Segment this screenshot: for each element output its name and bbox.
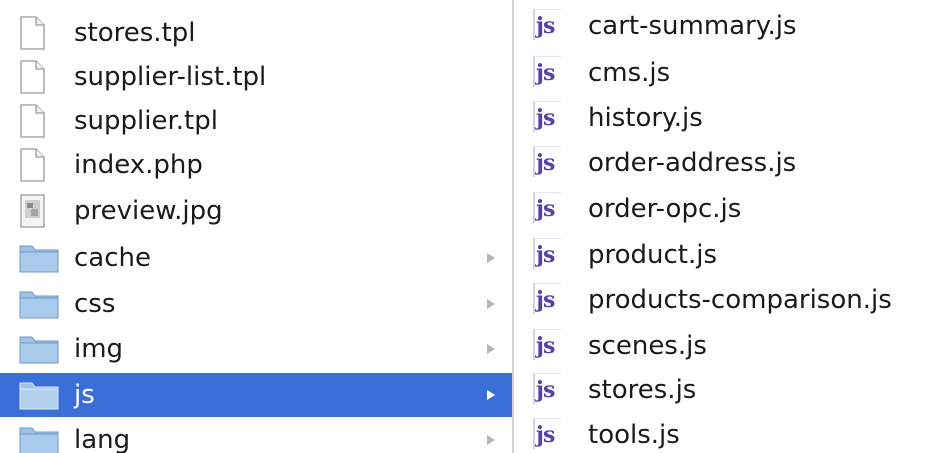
item-label: cms.js [588, 58, 671, 88]
folder-icon [18, 418, 70, 453]
finder-column-parent: stores.tpl supplier-list.tpl supplier.tp… [0, 0, 512, 453]
item-label: css [74, 289, 116, 319]
item-label: img [74, 334, 124, 364]
folder-icon [18, 373, 70, 417]
item-label: cache [74, 243, 151, 273]
js-file-icon: js [532, 56, 562, 87]
item-label: stores.tpl [74, 18, 196, 48]
list-item-history-js[interactable]: js history.js [514, 96, 940, 140]
list-item-supplier-list-tpl[interactable]: supplier-list.tpl [0, 55, 512, 99]
item-label: order-address.js [588, 148, 797, 178]
list-item-products-comparison-js[interactable]: js products-comparison.js [514, 278, 940, 322]
list-item-product-js[interactable]: js product.js [514, 233, 940, 277]
js-file-icon: js [532, 283, 562, 314]
item-label: lang [74, 425, 131, 453]
disclosure-arrow-icon [486, 282, 496, 326]
js-file-icon: js [532, 192, 562, 223]
list-item-cache[interactable]: cache [0, 236, 512, 280]
item-label: products-comparison.js [588, 285, 892, 315]
item-label: scenes.js [588, 331, 707, 361]
js-file-icon: js [532, 146, 562, 177]
list-item-lang[interactable]: lang [0, 418, 512, 453]
document-icon [18, 55, 70, 99]
item-label: product.js [588, 240, 718, 270]
item-label: order-opc.js [588, 194, 742, 224]
list-item-js[interactable]: js [0, 373, 512, 417]
item-label: stores.js [588, 375, 697, 405]
finder-column-js: js cart-summary.js js cms.js js history.… [514, 0, 940, 453]
list-item-scenes-js[interactable]: js scenes.js [514, 324, 940, 368]
folder-icon [18, 327, 70, 371]
list-item-cms-js[interactable]: js cms.js [514, 51, 940, 95]
list-item-img[interactable]: img [0, 327, 512, 371]
js-file-icon: js [532, 9, 562, 40]
list-item-order-address-js[interactable]: js order-address.js [514, 141, 940, 185]
list-item-supplier-tpl[interactable]: supplier.tpl [0, 99, 512, 143]
item-label: tools.js [588, 420, 680, 450]
disclosure-arrow-icon [486, 327, 496, 371]
list-item-order-opc-js[interactable]: js order-opc.js [514, 187, 940, 231]
document-icon [18, 11, 70, 55]
list-item-index-php[interactable]: index.php [0, 143, 512, 187]
item-label: index.php [74, 150, 203, 180]
disclosure-arrow-icon [486, 418, 496, 453]
list-item-preview-jpg[interactable]: preview.jpg [0, 189, 512, 233]
js-file-icon: js [532, 329, 562, 360]
image-file-icon [18, 189, 70, 233]
item-label: supplier-list.tpl [74, 62, 267, 92]
item-label: js [74, 380, 95, 410]
js-file-icon: js [532, 238, 562, 269]
item-label: supplier.tpl [74, 106, 218, 136]
js-file-icon: js [532, 373, 562, 404]
folder-icon [18, 282, 70, 326]
list-item-cart-summary-js[interactable]: js cart-summary.js [514, 4, 940, 48]
item-label: history.js [588, 103, 703, 133]
item-label: cart-summary.js [588, 11, 797, 41]
js-file-icon: js [532, 101, 562, 132]
js-file-icon: js [532, 418, 562, 449]
folder-icon [18, 236, 70, 280]
disclosure-arrow-icon [486, 373, 496, 417]
disclosure-arrow-icon [486, 236, 496, 280]
item-label: preview.jpg [74, 196, 223, 226]
list-item-tools-js[interactable]: js tools.js [514, 413, 940, 453]
document-icon [18, 143, 70, 187]
document-icon [18, 99, 70, 143]
list-item-stores-tpl[interactable]: stores.tpl [0, 11, 512, 55]
list-item-css[interactable]: css [0, 282, 512, 326]
list-item-stores-js[interactable]: js stores.js [514, 368, 940, 412]
